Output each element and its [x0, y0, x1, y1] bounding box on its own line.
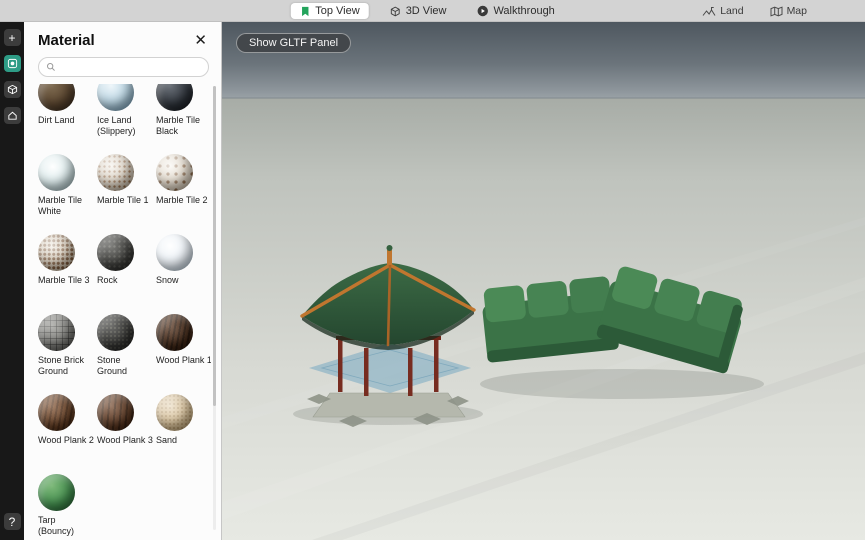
top-bar: Top View 3D View Walkthrough Land Map [0, 0, 865, 22]
tab-walkthrough-label: Walkthrough [493, 5, 554, 17]
material-label: Marble Tile White [38, 195, 94, 217]
tab-top-view[interactable]: Top View [290, 3, 368, 19]
material-label: Wood Plank 3 [97, 435, 153, 446]
material-label: Ice Land (Slippery) [97, 115, 153, 137]
material-swatch[interactable] [97, 234, 134, 271]
sofa-left-section [480, 276, 619, 363]
material-label: Stone Brick Ground [38, 355, 94, 377]
material-grid: Dirt Land Ice Land (Slippery) Marble Til… [38, 84, 211, 538]
finial-knob [387, 245, 393, 251]
material-swatch[interactable] [156, 314, 193, 351]
material-item[interactable]: Ice Land (Slippery) [97, 84, 156, 154]
material-item[interactable]: Marble Tile 1 [97, 154, 156, 234]
map-icon [770, 6, 783, 17]
cube-icon [390, 6, 401, 17]
plus-icon: + [8, 32, 15, 44]
material-item[interactable]: Wood Plank 1 [156, 314, 211, 394]
tab-walkthrough[interactable]: Walkthrough [467, 3, 563, 19]
material-label: Marble Tile 2 [156, 195, 211, 206]
material-label: Tarp (Bouncy) [38, 515, 94, 537]
roof-finial [387, 250, 392, 265]
flag-icon [299, 6, 310, 17]
material-search [38, 57, 209, 77]
material-label: Wood Plank 1 [156, 355, 211, 366]
help-button[interactable]: ? [4, 513, 21, 530]
material-label: Marble Tile Black [156, 115, 211, 137]
material-label: Stone Ground [97, 355, 153, 377]
horizon-line [222, 97, 865, 99]
add-tool-button[interactable]: + [4, 29, 21, 46]
tab-3d-view-label: 3D View [406, 5, 447, 17]
viewport: Show GLTF Panel [222, 22, 865, 540]
panel-scrollbar[interactable] [213, 86, 216, 530]
material-swatch[interactable] [38, 84, 75, 111]
material-item[interactable]: Snow [156, 234, 211, 314]
search-icon [46, 62, 56, 72]
material-swatch[interactable] [97, 314, 134, 351]
material-swatch[interactable] [156, 84, 193, 111]
asset-box-icon [7, 84, 18, 95]
land-icon [702, 6, 716, 17]
material-item[interactable]: Wood Plank 3 [97, 394, 156, 474]
material-swatch[interactable] [97, 84, 134, 111]
material-swatch[interactable] [38, 394, 75, 431]
material-item[interactable]: Marble Tile White [38, 154, 97, 234]
pavilion-platform [313, 393, 465, 417]
left-toolbar: + ? [0, 22, 24, 540]
material-item[interactable]: Tarp (Bouncy) [38, 474, 97, 538]
play-icon [476, 5, 488, 17]
view-mode-tabs: Top View 3D View Walkthrough [290, 0, 564, 22]
material-item[interactable]: Wood Plank 2 [38, 394, 97, 474]
material-swatch[interactable] [38, 314, 75, 351]
search-input[interactable] [60, 62, 201, 73]
scene-canvas[interactable] [222, 22, 865, 540]
material-label: Snow [156, 275, 211, 286]
world-editor-app: Top View 3D View Walkthrough Land Map [0, 0, 865, 540]
top-bar-right: Land Map [702, 0, 807, 22]
material-panel: Material ✕ Dirt Land Ice Land (Slippery)… [24, 22, 222, 540]
panel-title: Material [38, 32, 95, 49]
material-label: Marble Tile 3 [38, 275, 94, 286]
material-item[interactable]: Rock [97, 234, 156, 314]
material-swatch[interactable] [156, 394, 193, 431]
material-panel-header: Material ✕ [24, 22, 221, 53]
material-swatch[interactable] [156, 234, 193, 271]
tab-top-view-label: Top View [315, 5, 359, 17]
material-swatch[interactable] [38, 234, 75, 271]
material-list: Dirt Land Ice Land (Slippery) Marble Til… [38, 84, 211, 538]
material-swatch[interactable] [38, 474, 75, 511]
map-label: Map [787, 5, 807, 17]
material-swatch[interactable] [38, 154, 75, 191]
land-button[interactable]: Land [702, 5, 743, 17]
asset-tool-button[interactable] [4, 81, 21, 98]
material-item[interactable]: Marble Tile Black [156, 84, 211, 154]
material-item[interactable]: Sand [156, 394, 211, 474]
show-gltf-panel-button[interactable]: Show GLTF Panel [236, 33, 351, 53]
material-swatch[interactable] [97, 394, 134, 431]
home-icon [7, 110, 18, 121]
close-panel-button[interactable]: ✕ [192, 33, 209, 48]
material-item[interactable]: Marble Tile 3 [38, 234, 97, 314]
material-item[interactable]: Marble Tile 2 [156, 154, 211, 234]
material-label: Sand [156, 435, 211, 446]
material-swatch[interactable] [156, 154, 193, 191]
land-label: Land [720, 5, 743, 17]
material-swatch[interactable] [97, 154, 134, 191]
question-icon: ? [9, 516, 16, 528]
map-button[interactable]: Map [770, 5, 807, 17]
material-tool-button[interactable] [4, 55, 21, 72]
tab-3d-view[interactable]: 3D View [381, 3, 456, 19]
material-label: Wood Plank 2 [38, 435, 94, 446]
material-icon [7, 58, 18, 69]
material-label: Rock [97, 275, 153, 286]
material-label: Dirt Land [38, 115, 94, 126]
close-icon: ✕ [194, 32, 207, 49]
scrollbar-thumb[interactable] [213, 86, 216, 406]
material-item[interactable]: Dirt Land [38, 84, 97, 154]
material-item[interactable]: Stone Brick Ground [38, 314, 97, 394]
material-label: Marble Tile 1 [97, 195, 153, 206]
material-item[interactable]: Stone Ground [97, 314, 156, 394]
home-tool-button[interactable] [4, 107, 21, 124]
sofa-shadow [480, 369, 764, 399]
